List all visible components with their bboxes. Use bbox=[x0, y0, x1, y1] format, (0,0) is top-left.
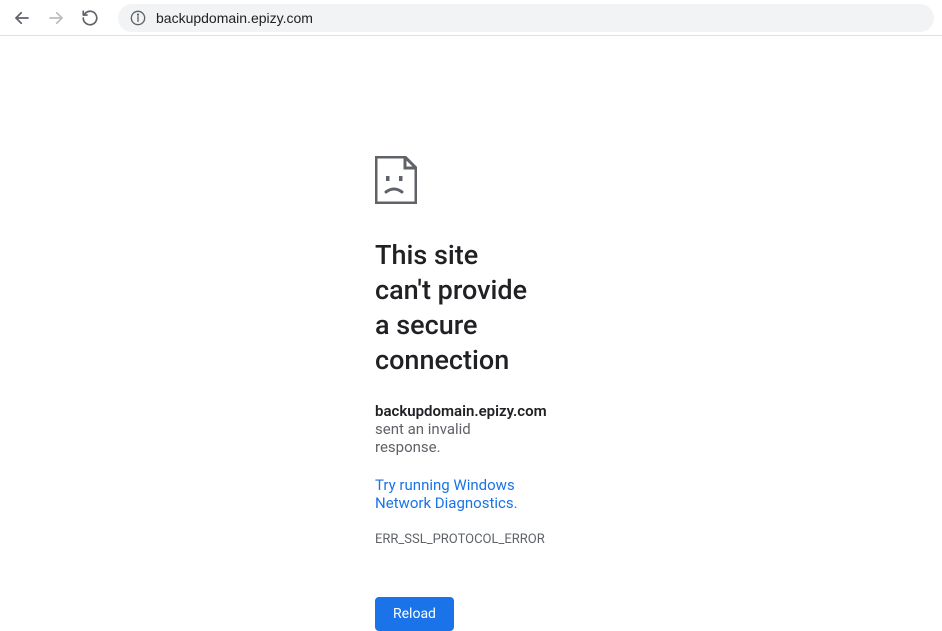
error-domain: backupdomain.epizy.com bbox=[375, 402, 547, 420]
url-text: backupdomain.epizy.com bbox=[156, 10, 313, 26]
reload-button[interactable]: Reload bbox=[375, 597, 454, 631]
arrow-right-icon bbox=[47, 9, 65, 27]
error-page-content: This site can't provide a secure connect… bbox=[0, 36, 540, 631]
sad-page-icon bbox=[375, 156, 540, 208]
error-code: ERR_SSL_PROTOCOL_ERROR bbox=[375, 532, 540, 547]
reload-icon bbox=[81, 9, 99, 27]
error-title: This site can't provide a secure connect… bbox=[375, 238, 540, 378]
back-button[interactable] bbox=[8, 4, 36, 32]
error-message-suffix: sent an invalid response. bbox=[375, 420, 471, 456]
address-bar[interactable]: backupdomain.epizy.com bbox=[118, 4, 934, 32]
arrow-left-icon bbox=[13, 9, 31, 27]
forward-button[interactable] bbox=[42, 4, 70, 32]
browser-toolbar: backupdomain.epizy.com bbox=[0, 0, 942, 36]
error-message: backupdomain.epizy.com sent an invalid r… bbox=[375, 402, 540, 456]
site-info-icon[interactable] bbox=[130, 10, 146, 26]
reload-nav-button[interactable] bbox=[76, 4, 104, 32]
diagnostic-link[interactable]: Try running Windows Network Diagnostics. bbox=[375, 476, 540, 512]
